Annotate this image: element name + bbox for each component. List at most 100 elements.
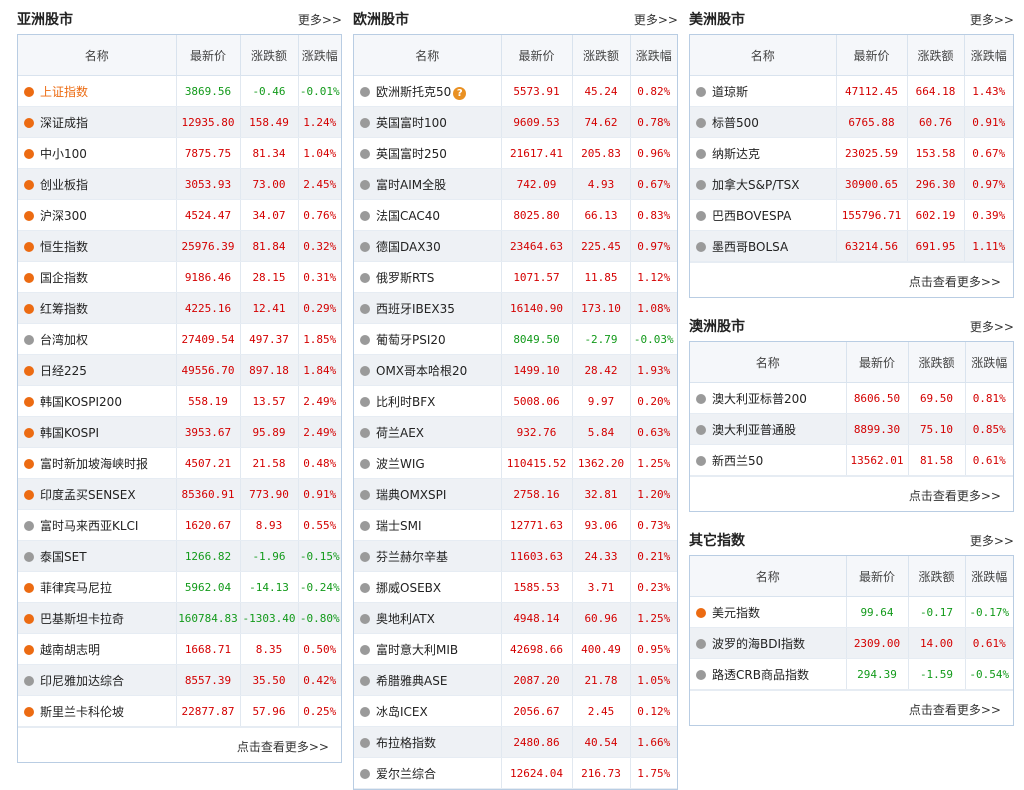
index-name[interactable]: 比利时BFX	[376, 395, 435, 409]
index-name[interactable]: 新西兰50	[712, 454, 763, 468]
index-name[interactable]: 斯里兰卡科伦坡	[40, 705, 124, 719]
index-name[interactable]: 法国CAC40	[376, 209, 440, 223]
table-row[interactable]: 新西兰50 13562.01 81.58 0.61%	[690, 444, 1013, 476]
index-name[interactable]: 芬兰赫尔辛基	[376, 550, 448, 564]
index-name[interactable]: 美元指数	[712, 606, 760, 620]
index-name-cell[interactable]: 芬兰赫尔辛基	[354, 540, 502, 572]
more-link[interactable]: 更多>>	[970, 532, 1014, 549]
index-name-cell[interactable]: 俄罗斯RTS	[354, 261, 502, 293]
table-row[interactable]: 加拿大S&P/TSX 30900.65 296.30 0.97%	[690, 168, 1013, 200]
table-row[interactable]: 富时AIM全股 742.09 4.93 0.67%	[354, 168, 677, 200]
index-name[interactable]: 纳斯达克	[712, 147, 760, 161]
table-row[interactable]: 韩国KOSPI200 558.19 13.57 2.49%	[18, 385, 341, 417]
index-name[interactable]: 俄罗斯RTS	[376, 271, 434, 285]
index-name-cell[interactable]: 英国富时100	[354, 106, 502, 138]
table-row[interactable]: 富时意大利MIB 42698.66 400.49 0.95%	[354, 633, 677, 665]
view-more-link[interactable]: 点击查看更多>>	[909, 701, 1001, 718]
index-name[interactable]: 瑞典OMXSPI	[376, 488, 446, 502]
index-name[interactable]: 印尼雅加达综合	[40, 674, 124, 688]
index-name[interactable]: 巴基斯坦卡拉奇	[40, 612, 124, 626]
index-name-cell[interactable]: 葡萄牙PSI20	[354, 323, 502, 355]
help-icon[interactable]: ?	[453, 86, 467, 100]
index-name[interactable]: 富时AIM全股	[376, 178, 446, 192]
index-name-cell[interactable]: 富时新加坡海峡时报	[18, 447, 177, 479]
table-row[interactable]: 标普500 6765.88 60.76 0.91%	[690, 106, 1013, 138]
table-row[interactable]: 比利时BFX 5008.06 9.97 0.20%	[354, 385, 677, 417]
table-row[interactable]: 泰国SET 1266.82 -1.96 -0.15%	[18, 540, 341, 572]
index-name[interactable]: 菲律宾马尼拉	[40, 581, 112, 595]
index-name[interactable]: 日经225	[40, 364, 87, 378]
index-name[interactable]: 澳大利亚标普200	[712, 392, 807, 406]
index-name[interactable]: 瑞士SMI	[376, 519, 422, 533]
index-name-cell[interactable]: 创业板指	[18, 168, 177, 200]
index-name[interactable]: 冰岛ICEX	[376, 705, 428, 719]
table-row[interactable]: 希腊雅典ASE 2087.20 21.78 1.05%	[354, 664, 677, 696]
index-name-cell[interactable]: 冰岛ICEX	[354, 695, 502, 727]
index-name[interactable]: 希腊雅典ASE	[376, 674, 447, 688]
index-name-cell[interactable]: 西班牙IBEX35	[354, 292, 502, 324]
table-row[interactable]: 印尼雅加达综合 8557.39 35.50 0.42%	[18, 664, 341, 696]
table-row[interactable]: 布拉格指数 2480.86 40.54 1.66%	[354, 726, 677, 758]
table-row[interactable]: OMX哥本哈根20 1499.10 28.42 1.93%	[354, 354, 677, 386]
table-row[interactable]: 深证成指 12935.80 158.49 1.24%	[18, 106, 341, 138]
index-name-cell[interactable]: 道琼斯	[690, 75, 837, 107]
index-name-cell[interactable]: 希腊雅典ASE	[354, 664, 502, 696]
index-name-cell[interactable]: 新西兰50	[690, 444, 847, 476]
index-name-cell[interactable]: 中小100	[18, 137, 177, 169]
table-row[interactable]: 斯里兰卡科伦坡 22877.87 57.96 0.25%	[18, 695, 341, 727]
index-name-cell[interactable]: 美元指数	[690, 596, 847, 628]
table-row[interactable]: 德国DAX30 23464.63 225.45 0.97%	[354, 230, 677, 262]
index-name-cell[interactable]: 瑞士SMI	[354, 509, 502, 541]
index-name[interactable]: 深证成指	[40, 116, 88, 130]
table-row[interactable]: 英国富时250 21617.41 205.83 0.96%	[354, 137, 677, 169]
table-row[interactable]: 巴基斯坦卡拉奇 160784.83 -1303.40 -0.80%	[18, 602, 341, 634]
table-row[interactable]: 台湾加权 27409.54 497.37 1.85%	[18, 323, 341, 355]
index-name-cell[interactable]: 上证指数	[18, 75, 177, 107]
index-name[interactable]: 沪深300	[40, 209, 87, 223]
index-name-cell[interactable]: 富时马来西亚KLCI	[18, 509, 177, 541]
index-name[interactable]: 加拿大S&P/TSX	[712, 178, 799, 192]
table-row[interactable]: 道琼斯 47112.45 664.18 1.43%	[690, 75, 1013, 107]
view-more-link[interactable]: 点击查看更多>>	[237, 738, 329, 755]
index-name-cell[interactable]: 德国DAX30	[354, 230, 502, 262]
table-row[interactable]: 冰岛ICEX 2056.67 2.45 0.12%	[354, 695, 677, 727]
index-name-cell[interactable]: 英国富时250	[354, 137, 502, 169]
table-row[interactable]: 上证指数 3869.56 -0.46 -0.01%	[18, 75, 341, 107]
index-name[interactable]: 英国富时250	[376, 147, 447, 161]
table-row[interactable]: 西班牙IBEX35 16140.90 173.10 1.08%	[354, 292, 677, 324]
index-name-cell[interactable]: 法国CAC40	[354, 199, 502, 231]
table-row[interactable]: 恒生指数 25976.39 81.84 0.32%	[18, 230, 341, 262]
index-name-cell[interactable]: 瑞典OMXSPI	[354, 478, 502, 510]
index-name-cell[interactable]: 波罗的海BDI指数	[690, 627, 847, 659]
index-name-cell[interactable]: 标普500	[690, 106, 837, 138]
table-row[interactable]: 澳大利亚普通股 8899.30 75.10 0.85%	[690, 413, 1013, 445]
table-row[interactable]: 沪深300 4524.47 34.07 0.76%	[18, 199, 341, 231]
more-link[interactable]: 更多>>	[970, 318, 1014, 335]
index-name[interactable]: 道琼斯	[712, 85, 748, 99]
index-name[interactable]: 奥地利ATX	[376, 612, 435, 626]
table-row[interactable]: 菲律宾马尼拉 5962.04 -14.13 -0.24%	[18, 571, 341, 603]
index-name[interactable]: 西班牙IBEX35	[376, 302, 455, 316]
index-name-cell[interactable]: 台湾加权	[18, 323, 177, 355]
table-row[interactable]: 创业板指 3053.93 73.00 2.45%	[18, 168, 341, 200]
view-more-link[interactable]: 点击查看更多>>	[909, 273, 1001, 290]
more-link[interactable]: 更多>>	[634, 11, 678, 28]
index-name-cell[interactable]: 欧洲斯托克50?	[354, 75, 502, 107]
index-name-cell[interactable]: 韩国KOSPI	[18, 416, 177, 448]
index-name[interactable]: 葡萄牙PSI20	[376, 333, 446, 347]
index-name[interactable]: 红筹指数	[40, 302, 88, 316]
table-row[interactable]: 葡萄牙PSI20 8049.50 -2.79 -0.03%	[354, 323, 677, 355]
table-row[interactable]: 路透CRB商品指数 294.39 -1.59 -0.54%	[690, 658, 1013, 690]
table-row[interactable]: 荷兰AEX 932.76 5.84 0.63%	[354, 416, 677, 448]
index-name[interactable]: OMX哥本哈根20	[376, 364, 467, 378]
index-name-cell[interactable]: 深证成指	[18, 106, 177, 138]
index-name-cell[interactable]: 澳大利亚普通股	[690, 413, 847, 445]
index-name[interactable]: 创业板指	[40, 178, 88, 192]
index-name[interactable]: 富时意大利MIB	[376, 643, 458, 657]
index-name[interactable]: 巴西BOVESPA	[712, 209, 791, 223]
table-row[interactable]: 澳大利亚标普200 8606.50 69.50 0.81%	[690, 382, 1013, 414]
index-name[interactable]: 国企指数	[40, 271, 88, 285]
index-name-cell[interactable]: 纳斯达克	[690, 137, 837, 169]
index-name[interactable]: 波兰WIG	[376, 457, 425, 471]
more-link[interactable]: 更多>>	[970, 11, 1014, 28]
